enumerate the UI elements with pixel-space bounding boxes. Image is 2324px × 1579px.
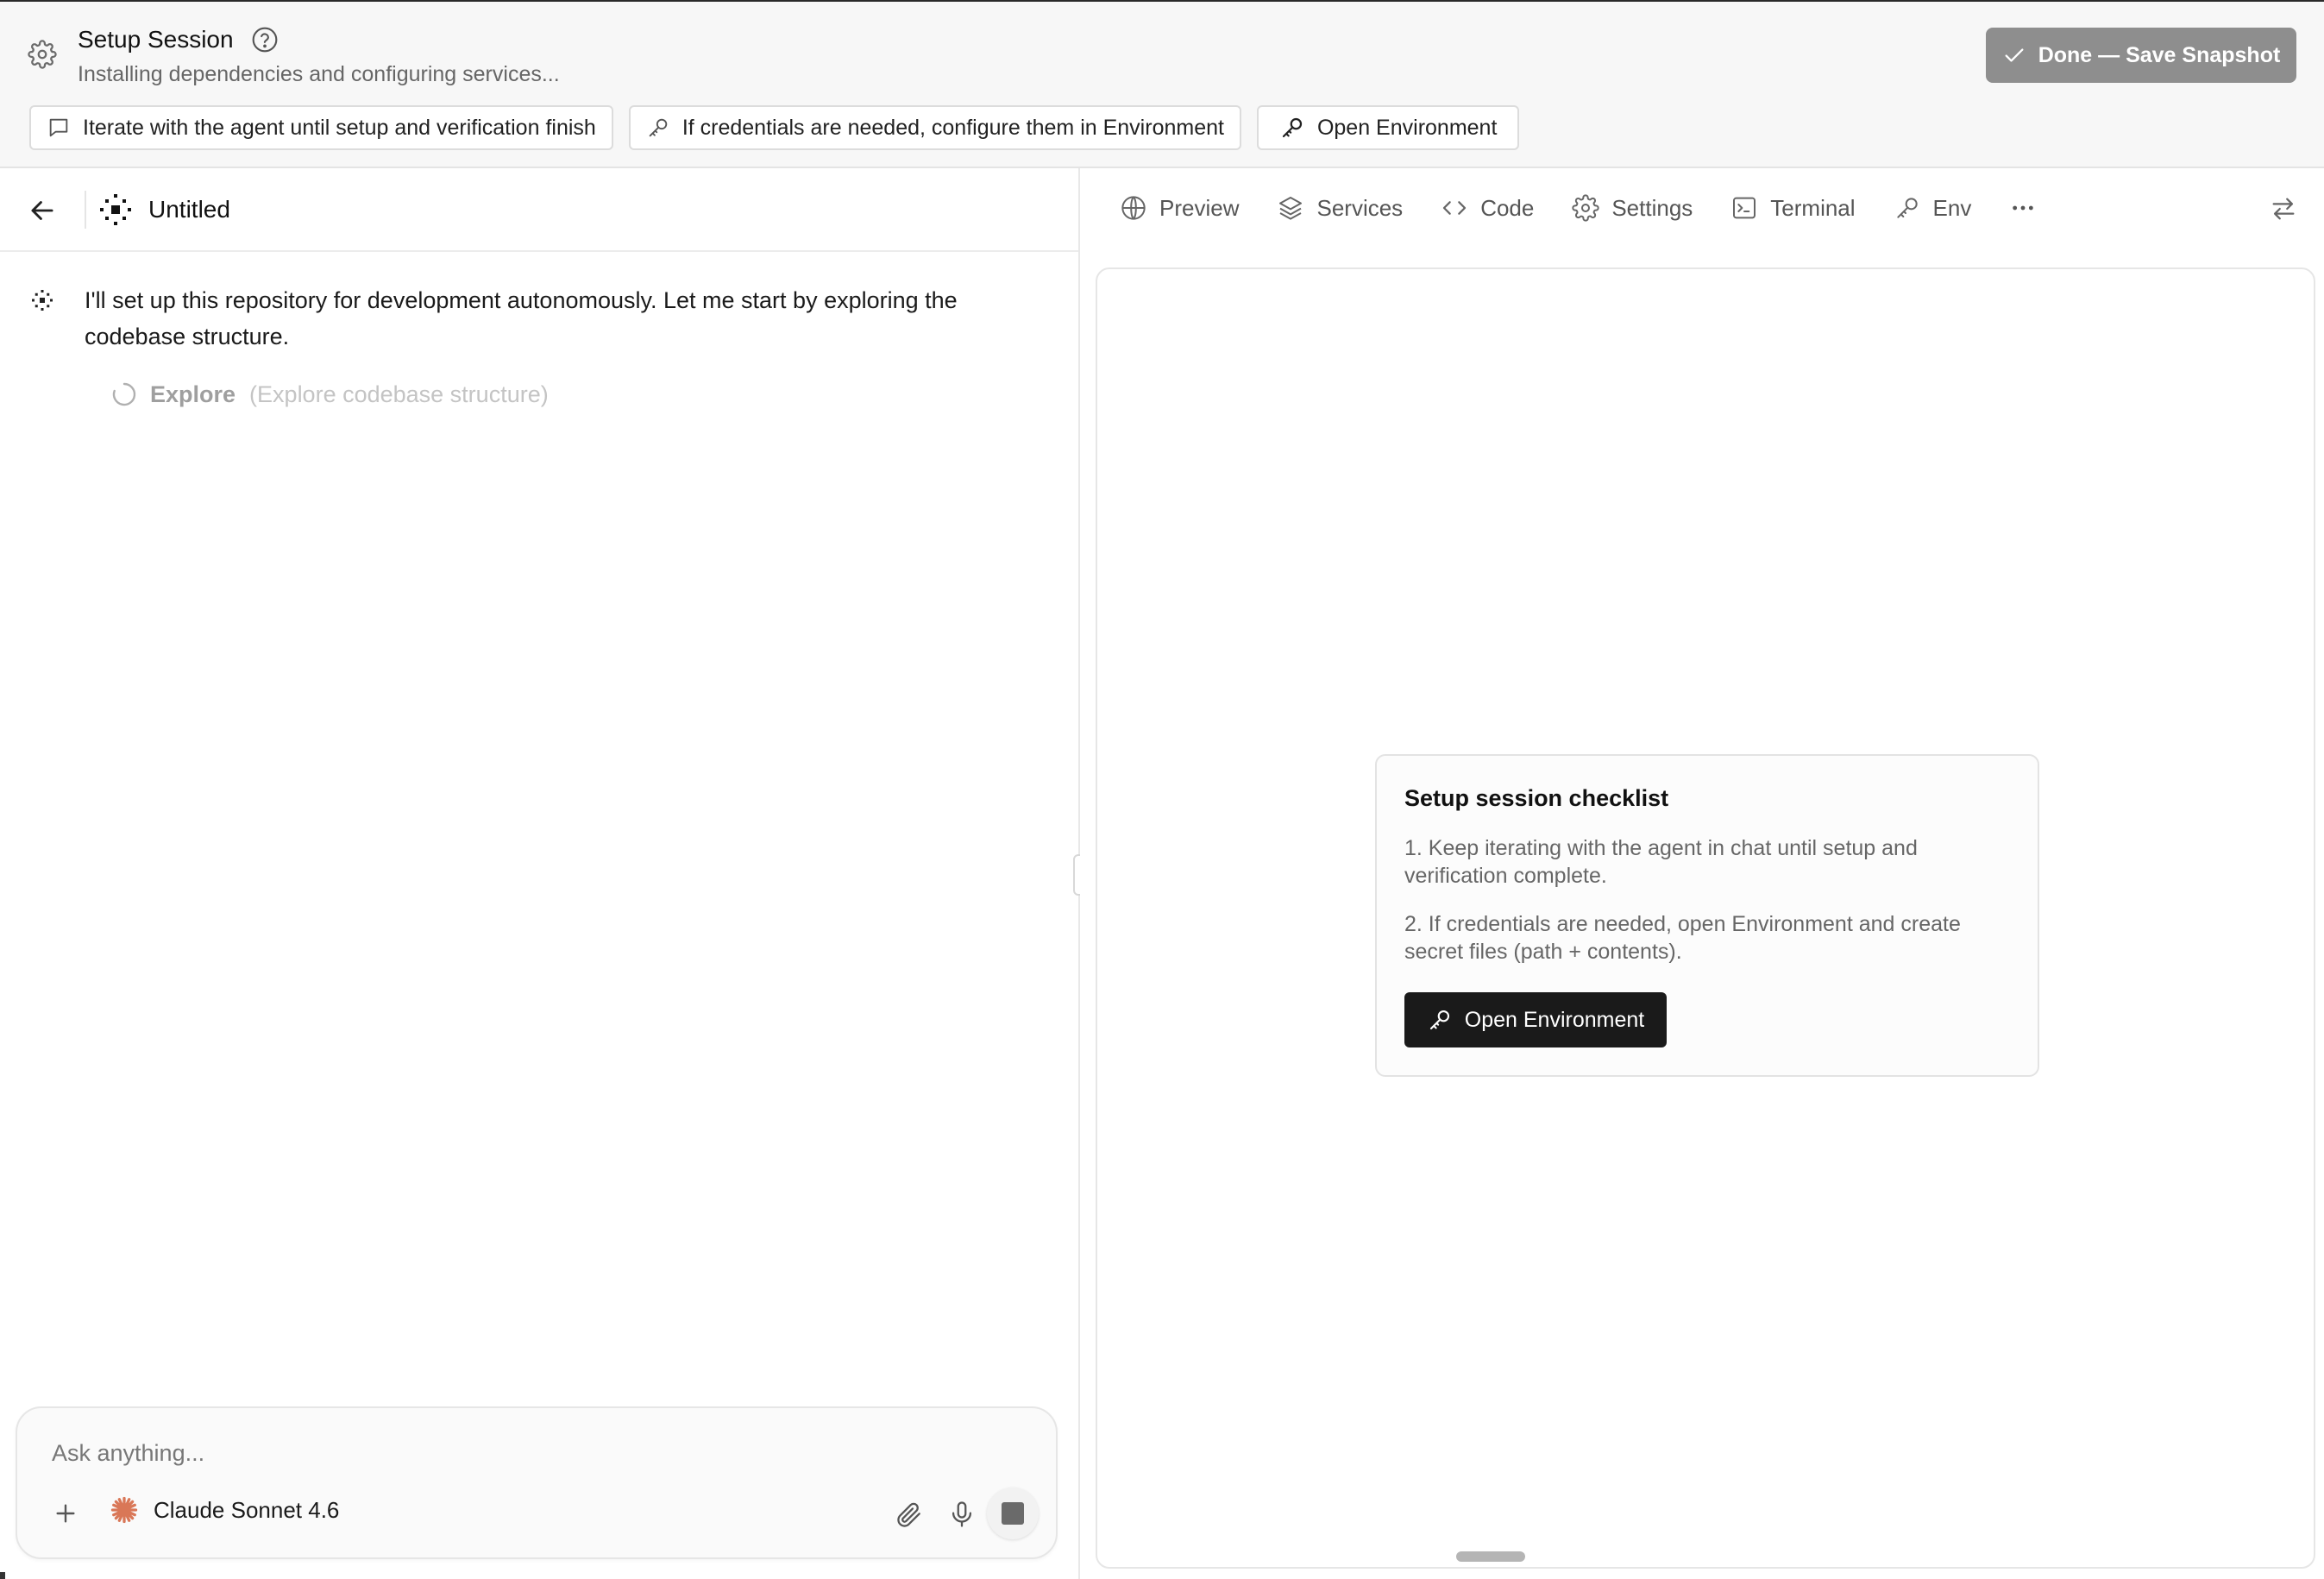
open-environment-chip[interactable]: Open Environment [1256,105,1520,150]
globe-icon [1120,194,1147,222]
terminal-icon [1730,194,1758,222]
chip-label: Open Environment [1316,115,1498,140]
setup-checklist-card: Setup session checklist 1. Keep iteratin… [1375,754,2039,1077]
window-corner-mark [0,1572,5,1579]
tab-terminal[interactable]: Terminal [1730,194,1856,222]
chat-panel: Untitled I'll set up this repository for… [0,168,1078,1579]
preview-area: Setup session checklist 1. Keep iteratin… [1096,267,2315,1569]
tab-label: Preview [1159,194,1240,221]
chat-bubble-icon [47,116,71,140]
model-name: Claude Sonnet 4.6 [154,1496,340,1523]
back-arrow-icon[interactable] [26,194,59,227]
banner-chips: Iterate with the agent until setup and v… [29,105,1520,150]
checklist-item: 2. If credentials are needed, open Envir… [1404,912,1961,964]
tab-label: Settings [1611,194,1693,221]
banner-subtitle: Installing dependencies and configuring … [78,62,560,86]
tab-env[interactable]: Env [1894,194,1972,222]
bottom-drawer-handle[interactable] [1456,1551,1525,1562]
tab-preview[interactable]: Preview [1120,194,1239,222]
key-icon [1427,1007,1453,1033]
header-divider [85,191,86,229]
code-icon [1441,194,1468,222]
gear-icon [28,40,57,69]
tab-code[interactable]: Code [1441,194,1534,222]
check-icon [2002,43,2026,67]
key-icon [646,116,670,140]
chat-input[interactable] [52,1434,1018,1472]
microphone-icon[interactable] [947,1500,977,1529]
save-snapshot-label: Done — Save Snapshot [2038,42,2281,67]
tool-name: Explore [150,381,236,407]
key-icon [1279,115,1305,141]
stop-icon [1002,1502,1024,1525]
chat-title[interactable]: Untitled [148,196,230,223]
agent-logo-icon [98,192,133,227]
credentials-chip[interactable]: If credentials are needed, configure the… [628,105,1241,150]
agent-avatar-icon [29,287,55,313]
open-environment-label: Open Environment [1464,1007,1645,1032]
paperclip-icon[interactable] [894,1500,923,1529]
chip-label: Iterate with the agent until setup and v… [83,115,596,140]
tab-label: Code [1480,194,1535,221]
tool-description: (Explore codebase structure) [249,381,549,407]
workspace-panel: Preview Services Code Settings Terminal … [1080,168,2324,1579]
workspace-tabs: Preview Services Code Settings Terminal … [1120,194,2037,222]
model-selector[interactable]: Claude Sonnet 4.6 [109,1494,339,1526]
open-environment-button[interactable]: Open Environment [1404,992,1667,1047]
banner-title-row: Setup Session [78,26,279,53]
gear-icon [1572,194,1599,222]
setup-session-banner: Setup Session Installing dependencies an… [0,0,2324,168]
chat-header: Untitled [0,168,1078,252]
tab-label: Services [1316,194,1404,221]
checklist-item: 1. Keep iterating with the agent in chat… [1404,836,1918,888]
assistant-message: I'll set up this repository for developm… [85,287,958,349]
tool-call-row[interactable]: Explore (Explore codebase structure) [110,381,549,408]
loading-spinner-icon [110,381,138,408]
swap-panels-icon[interactable] [2269,194,2298,223]
tab-settings[interactable]: Settings [1572,194,1693,222]
tab-label: Env [1932,194,1972,221]
claude-logo-icon [109,1494,140,1526]
key-icon [1894,194,1921,222]
more-horizontal-icon[interactable] [2009,194,2037,222]
page-title: Setup Session [78,26,234,53]
stop-button[interactable] [987,1488,1039,1539]
help-circle-icon[interactable] [251,26,279,53]
iterate-chip[interactable]: Iterate with the agent until setup and v… [29,105,613,150]
layers-icon [1277,194,1304,222]
tab-services[interactable]: Services [1277,194,1403,222]
chip-label: If credentials are needed, configure the… [681,115,1224,140]
tab-label: Terminal [1770,194,1856,221]
checklist-title: Setup session checklist [1404,785,1669,811]
save-snapshot-button[interactable]: Done — Save Snapshot [1986,28,2296,83]
chat-composer: Claude Sonnet 4.6 [16,1406,1058,1559]
plus-icon[interactable] [52,1500,79,1527]
